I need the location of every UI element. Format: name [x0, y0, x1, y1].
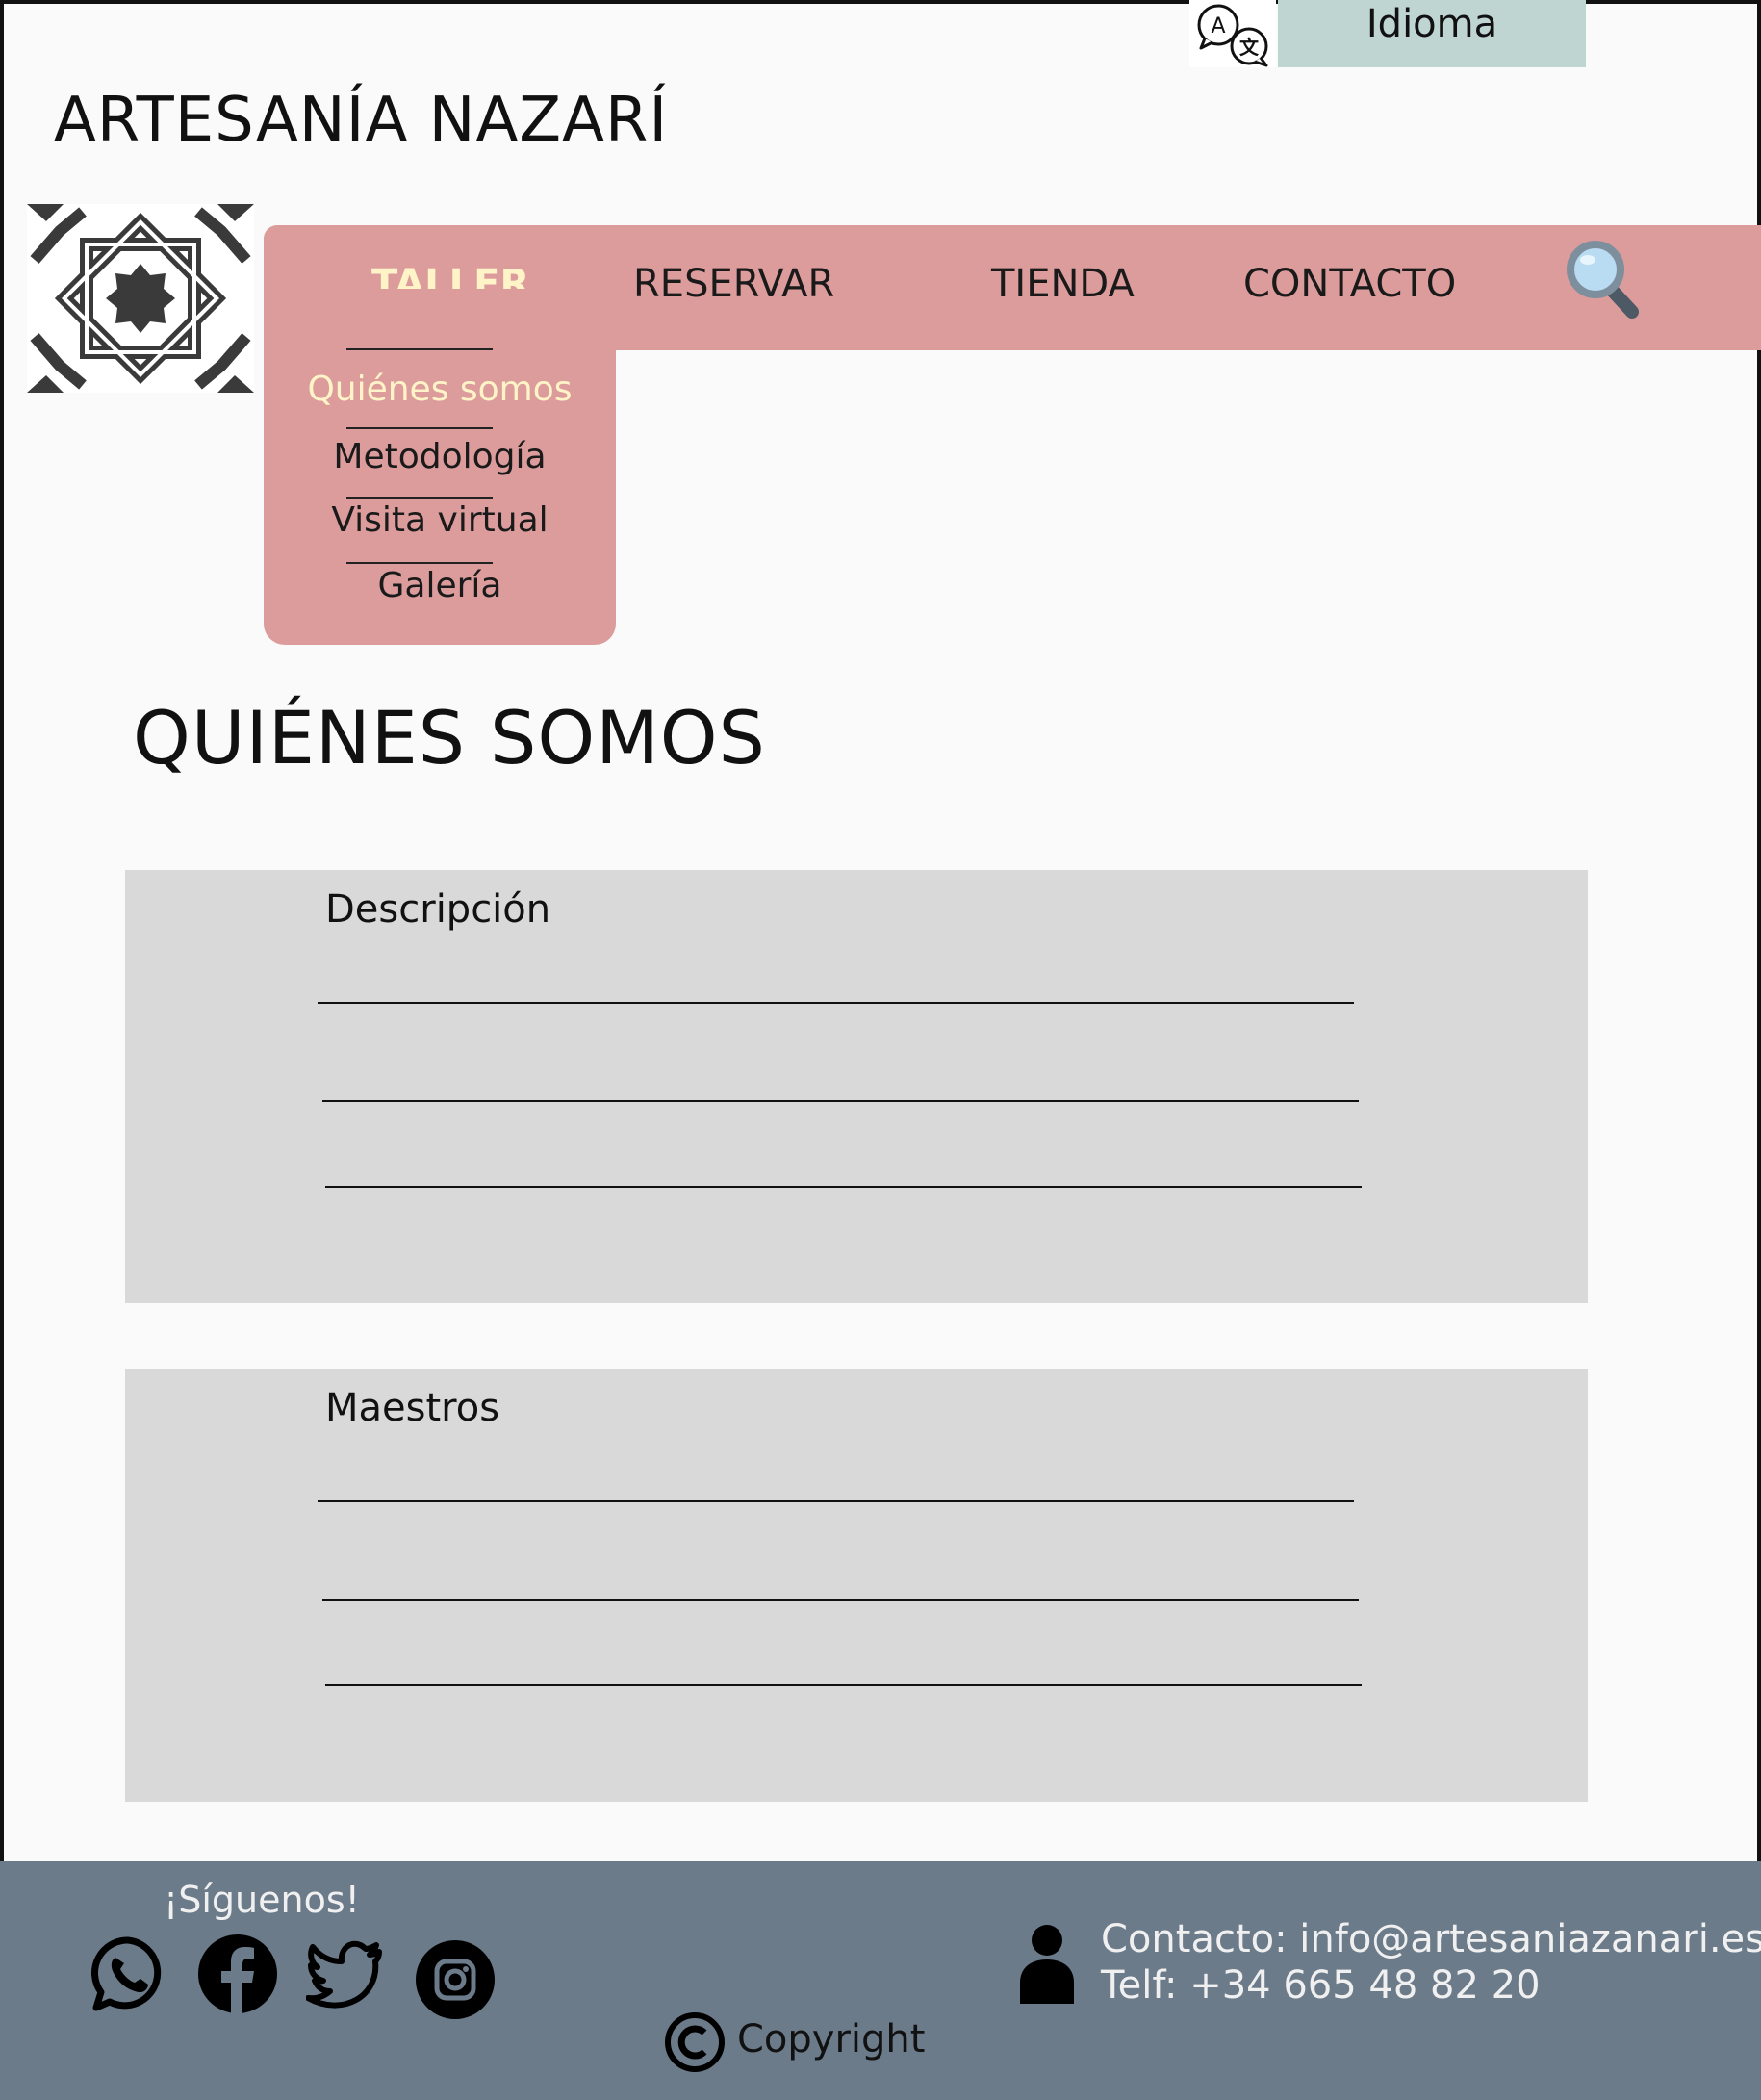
dropdown-divider — [346, 427, 493, 429]
dropdown-item-visita-virtual[interactable]: Visita virtual — [264, 500, 616, 540]
section-title: Maestros — [325, 1386, 500, 1430]
svg-text:文: 文 — [1239, 36, 1260, 59]
text-placeholder-line — [325, 1186, 1362, 1188]
dropdown-divider — [346, 348, 493, 350]
whatsapp-icon[interactable] — [89, 1934, 167, 2013]
translate-icon[interactable]: A 文 — [1189, 0, 1276, 67]
language-button[interactable]: Idioma — [1278, 0, 1586, 67]
copyright-label: Copyright — [737, 2017, 926, 2062]
person-icon — [1016, 1925, 1078, 2004]
contact-phone[interactable]: Telf: +34 665 48 82 20 — [1101, 1963, 1541, 2008]
text-placeholder-line — [322, 1100, 1359, 1102]
follow-label: ¡Síguenos! — [164, 1879, 360, 1921]
text-placeholder-line — [325, 1684, 1362, 1686]
logo[interactable] — [27, 204, 254, 393]
dropdown-divider — [346, 497, 493, 499]
dropdown-divider — [346, 562, 493, 564]
text-placeholder-line — [318, 1002, 1354, 1004]
dropdown-item-galeria[interactable]: Galería — [264, 566, 616, 605]
nav-tienda[interactable]: TIENDA — [991, 262, 1135, 306]
maestros-section: Maestros — [125, 1369, 1588, 1802]
instagram-icon[interactable] — [416, 1940, 495, 2019]
page-title: QUIÉNES SOMOS — [133, 695, 766, 781]
svg-text:A: A — [1211, 14, 1225, 38]
dropdown-item-metodologia[interactable]: Metodología — [264, 437, 616, 476]
nav-contacto[interactable]: CONTACTO — [1243, 262, 1456, 306]
twitter-icon[interactable] — [305, 1934, 385, 2013]
site-title: ARTESANÍA NAZARÍ — [54, 85, 669, 156]
taller-dropdown: Quiénes somos Metodología Visita virtual… — [264, 289, 616, 645]
text-placeholder-line — [322, 1599, 1359, 1601]
contact-email[interactable]: Contacto: info@artesaniazanari.es — [1101, 1917, 1761, 1961]
text-placeholder-line — [318, 1500, 1354, 1502]
section-title: Descripción — [325, 887, 551, 932]
nav-reservar[interactable]: RESERVAR — [633, 262, 834, 306]
dropdown-item-quienes-somos[interactable]: Quiénes somos — [264, 370, 616, 409]
search-icon[interactable] — [1565, 239, 1642, 321]
copyright-icon — [664, 2011, 726, 2073]
facebook-icon[interactable] — [198, 1934, 277, 2013]
description-section: Descripción — [125, 870, 1588, 1303]
